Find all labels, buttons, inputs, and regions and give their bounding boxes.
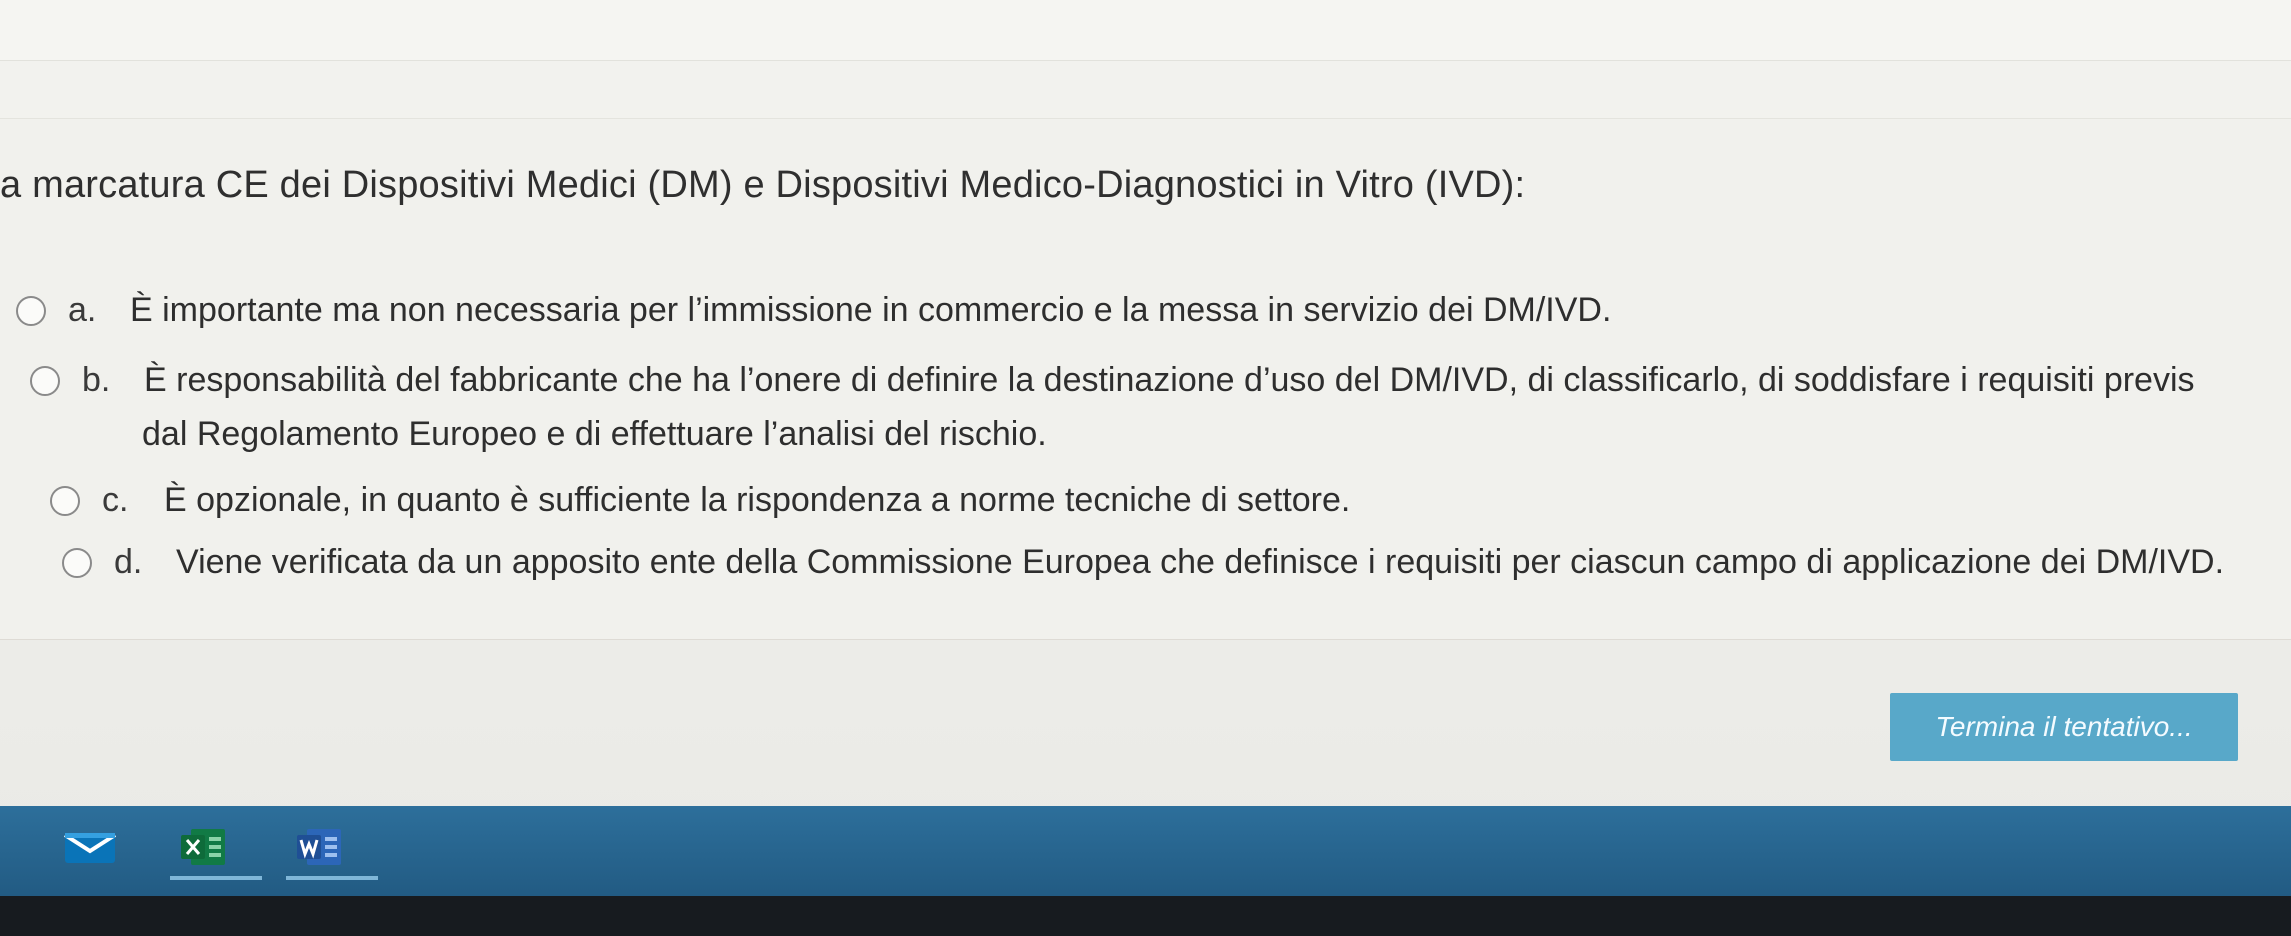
answer-text-b-line2: dal Regolamento Europeo e di effettuare … [142, 415, 1047, 453]
answer-radio-c[interactable] [50, 486, 80, 516]
answer-list: a. È importante ma non necessaria per l’… [0, 0, 2291, 936]
answer-letter-c: c. [102, 481, 129, 519]
mail-icon[interactable] [64, 825, 116, 869]
word-icon[interactable] [294, 825, 346, 869]
excel-icon[interactable] [178, 825, 230, 869]
answer-radio-a[interactable] [16, 296, 46, 326]
answer-text-b-line1: È responsabilità del fabbricante che ha … [144, 361, 2195, 399]
monitor-bezel [0, 896, 2291, 936]
answer-text-c: È opzionale, in quanto è sufficiente la … [164, 481, 1351, 519]
answer-text-a: È importante ma non necessaria per l’imm… [130, 291, 1612, 329]
answer-radio-d[interactable] [62, 548, 92, 578]
answer-option-d[interactable]: d. Viene verificata da un apposito ente … [62, 538, 2224, 586]
excel-active-indicator [170, 876, 262, 880]
answer-letter-a: a. [68, 291, 97, 329]
quiz-page: a marcatura CE dei Dispositivi Medici (D… [0, 0, 2291, 936]
answer-radio-b[interactable] [30, 366, 60, 396]
answer-letter-b: b. [82, 361, 111, 399]
answer-option-b-continuation: dal Regolamento Europeo e di effettuare … [142, 410, 1047, 458]
answer-option-c[interactable]: c. È opzionale, in quanto è sufficiente … [50, 476, 1350, 524]
answer-text-d: Viene verificata da un apposito ente del… [176, 543, 2225, 581]
answer-option-b[interactable]: b. È responsabilità del fabbricante che … [30, 356, 2195, 404]
answer-letter-d: d. [114, 543, 143, 581]
word-active-indicator [286, 876, 378, 880]
answer-option-a[interactable]: a. È importante ma non necessaria per l’… [16, 286, 1611, 334]
finish-attempt-button[interactable]: Termina il tentativo... [1890, 693, 2238, 761]
